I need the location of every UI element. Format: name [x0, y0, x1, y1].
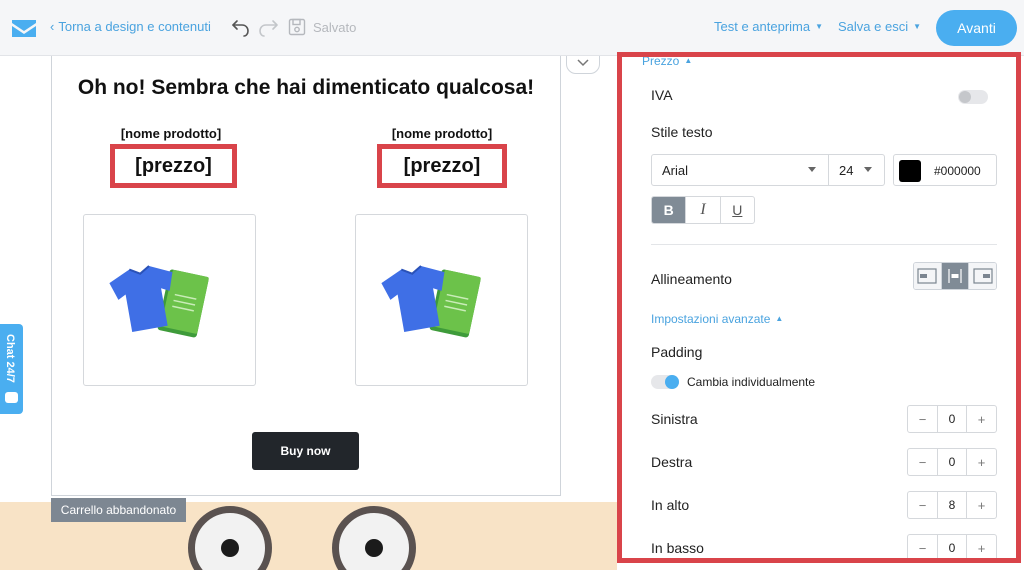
product-name-right[interactable]: [nome prodotto] — [342, 126, 542, 141]
text-format-group: B I U — [651, 196, 755, 224]
font-family-select[interactable]: Arial — [651, 154, 829, 186]
caret-down-icon — [864, 167, 872, 172]
caret-up-icon: ▲ — [684, 56, 693, 65]
padding-bottom-label: In basso — [651, 540, 704, 556]
padding-left-value[interactable]: 0 — [937, 406, 967, 432]
color-hex-value: #000000 — [934, 164, 981, 178]
collapse-toggle[interactable] — [566, 56, 600, 74]
chat-label: Chat 24/7 — [4, 334, 16, 383]
product-name-left[interactable]: [nome prodotto] — [71, 126, 271, 141]
align-center-icon — [948, 269, 962, 283]
save-exit-label: Salva e esci — [838, 19, 909, 34]
top-bar: ‹ Torna a design e contenuti Salvato Test… — [0, 0, 1024, 56]
chat-bubble-icon — [5, 392, 18, 403]
advanced-settings-toggle[interactable]: Impostazioni avanzate ▲ — [651, 312, 783, 326]
caret-up-icon: ▲ — [775, 314, 784, 323]
alignment-group — [913, 262, 997, 290]
caret-down-icon — [808, 167, 816, 172]
chevron-left-icon: ‹ — [50, 19, 55, 34]
advanced-settings-label: Impostazioni avanzate — [651, 312, 771, 326]
align-left-button[interactable] — [914, 263, 942, 289]
bold-button[interactable]: B — [652, 197, 687, 223]
decrement-button[interactable]: − — [908, 535, 937, 561]
envelope-logo-icon[interactable] — [10, 17, 38, 39]
color-swatch[interactable] — [899, 160, 921, 182]
align-left-icon — [917, 268, 937, 284]
increment-button[interactable]: + — [967, 535, 996, 561]
text-color-picker[interactable]: #000000 — [893, 154, 997, 186]
divider — [651, 244, 997, 245]
caret-down-icon: ▼ — [913, 22, 922, 31]
padding-right-label: Destra — [651, 454, 693, 470]
test-preview-label: Test e anteprima — [714, 19, 811, 34]
undo-icon[interactable] — [229, 16, 251, 38]
padding-bottom-value[interactable]: 0 — [937, 535, 967, 561]
chat-tab[interactable]: Chat 24/7 — [0, 324, 23, 414]
font-size-value: 24 — [839, 162, 854, 178]
section-title: Prezzo — [642, 54, 680, 68]
decrement-button[interactable]: − — [908, 406, 937, 432]
padding-top-value[interactable]: 8 — [937, 492, 967, 518]
iva-label: IVA — [651, 87, 673, 103]
italic-button[interactable]: I — [686, 197, 721, 223]
section-header-price[interactable]: Prezzo ▲ — [642, 54, 692, 68]
font-family-value: Arial — [662, 162, 689, 178]
padding-top-stepper: − 8 + — [907, 491, 997, 519]
increment-button[interactable]: + — [967, 406, 996, 432]
decrement-button[interactable]: − — [908, 449, 937, 475]
tshirt-book-icon — [381, 265, 481, 338]
align-right-icon — [973, 268, 993, 284]
padding-top-label: In alto — [651, 497, 690, 513]
padding-left-label: Sinistra — [651, 411, 698, 427]
padding-bottom-stepper: − 0 + — [907, 534, 997, 562]
align-center-button[interactable] — [941, 263, 970, 289]
save-icon — [288, 18, 306, 36]
back-to-design-link[interactable]: ‹ Torna a design e contenuti — [50, 19, 211, 34]
increment-button[interactable]: + — [967, 492, 996, 518]
editor-canvas: Oh no! Sembra che hai dimenticato qualco… — [0, 56, 617, 570]
caret-down-icon: ▼ — [815, 22, 824, 31]
align-right-button[interactable] — [969, 263, 996, 289]
font-size-select[interactable]: 24 — [828, 154, 885, 186]
padding-right-value[interactable]: 0 — [937, 449, 967, 475]
underline-button[interactable]: U — [721, 197, 754, 223]
back-link-label: Torna a design e contenuti — [58, 19, 211, 34]
properties-panel: Prezzo ▲ IVA Stile testo Arial 24 #000000… — [617, 54, 1024, 570]
tshirt-book-icon — [109, 265, 209, 338]
chevron-down-icon — [577, 59, 589, 67]
save-exit-menu[interactable]: Salva e esci ▼ — [838, 19, 921, 34]
padding-label: Padding — [651, 344, 703, 360]
product-price-right[interactable]: [prezzo] — [377, 144, 507, 188]
padding-right-stepper: − 0 + — [907, 448, 997, 476]
padding-left-stepper: − 0 + — [907, 405, 997, 433]
product-price-left[interactable]: [prezzo] — [110, 144, 237, 188]
redo-icon[interactable] — [257, 16, 279, 38]
product-image-right[interactable] — [355, 214, 528, 386]
increment-button[interactable]: + — [967, 449, 996, 475]
section-tag[interactable]: Carrello abbandonato — [51, 498, 186, 522]
alignment-label: Allineamento — [651, 271, 732, 287]
buy-now-button[interactable]: Buy now — [252, 432, 359, 470]
email-title[interactable]: Oh no! Sembra che hai dimenticato qualco… — [52, 76, 560, 100]
decrement-button[interactable]: − — [908, 492, 937, 518]
saved-status: Salvato — [313, 20, 357, 35]
email-preview[interactable]: Oh no! Sembra che hai dimenticato qualco… — [51, 56, 561, 496]
individual-padding-toggle[interactable] — [651, 375, 679, 389]
test-preview-menu[interactable]: Test e anteprima ▼ — [714, 19, 823, 34]
individual-padding-label: Cambia individualmente — [687, 375, 816, 389]
text-style-label: Stile testo — [651, 124, 713, 140]
product-image-left[interactable] — [83, 214, 256, 386]
next-button[interactable]: Avanti — [936, 10, 1017, 46]
iva-toggle[interactable] — [958, 90, 988, 104]
